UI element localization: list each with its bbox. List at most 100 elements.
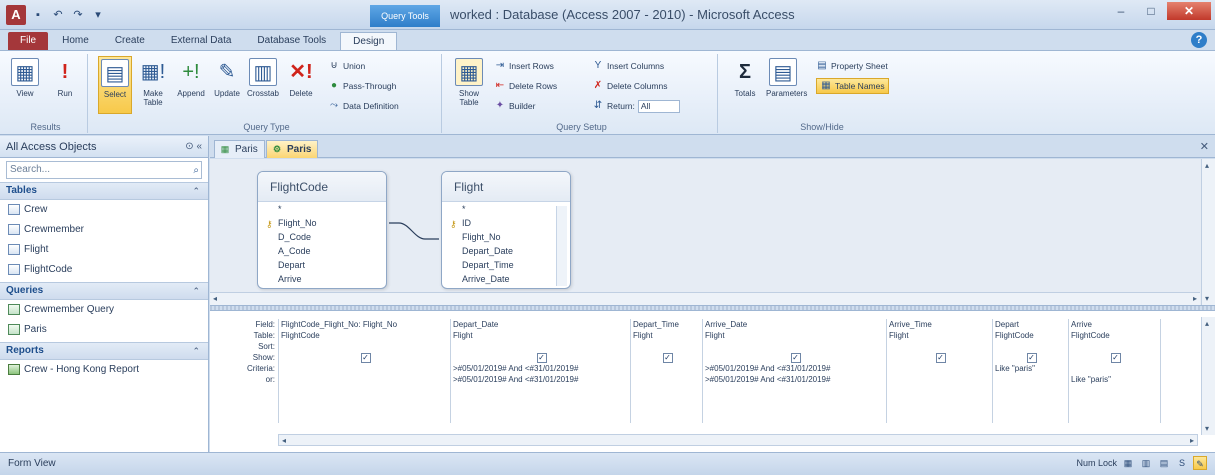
nav-item-flight[interactable]: Flight [0,240,208,260]
field-item[interactable]: Depart_Date [442,244,570,258]
union-button[interactable]: ⊍ Union [328,58,365,74]
tab-file[interactable]: File [8,32,49,50]
grid-criteria-cell[interactable] [279,363,450,374]
insert-rows-button[interactable]: ⇥ Insert Rows [494,58,554,74]
grid-show-cell[interactable]: ✓ [993,352,1068,363]
totals-button[interactable]: Σ Totals [728,56,762,114]
table-box-title[interactable]: Flight [442,172,570,202]
delete-query-button[interactable]: ✕! Delete [284,56,318,114]
scroll-down-icon[interactable]: ▾ [1205,424,1209,433]
parameters-button[interactable]: ▤ Parameters [766,56,807,114]
access-app-icon[interactable]: A [6,5,26,25]
search-icon[interactable]: ⌕ [193,163,199,179]
save-icon[interactable]: ▪ [30,7,46,23]
nav-item-paris[interactable]: Paris [0,320,208,340]
grid-field-cell[interactable]: FlightCode_Flight_No: Flight_No [279,319,450,330]
grid-table-cell[interactable]: Flight [451,330,630,341]
grid-show-cell[interactable]: ✓ [279,352,450,363]
field-item[interactable]: Arrive_Date [442,272,570,286]
grid-or-cell[interactable] [993,374,1068,385]
grid-column[interactable]: FlightCode_Flight_No: Flight_No FlightCo… [278,319,450,423]
scroll-left-icon[interactable]: ◂ [213,294,217,303]
show-checkbox[interactable]: ✓ [536,353,547,363]
show-checkbox[interactable]: ✓ [935,353,946,363]
sql-view-icon[interactable]: S [1175,456,1189,470]
nav-group-reports[interactable]: Reports ⌃ [0,342,208,360]
field-item[interactable]: ⚷ ID [442,216,570,230]
tab-external-data[interactable]: External Data [159,32,244,50]
nav-collapse-icon[interactable]: ⊙ « [185,136,202,158]
grid-column-empty[interactable] [1160,319,1198,423]
table-box-title[interactable]: FlightCode [258,172,386,202]
return-dropdown[interactable]: All [637,99,680,113]
grid-field-cell[interactable]: Depart_Date [451,319,630,330]
scroll-left-icon[interactable]: ◂ [282,436,286,445]
grid-field-cell[interactable]: Arrive [1069,319,1160,330]
design-view-icon[interactable]: ✎ [1193,456,1207,470]
grid-table-cell[interactable]: FlightCode [993,330,1068,341]
grid-field-cell[interactable]: Depart [993,319,1068,330]
grid-show-cell[interactable]: ✓ [451,352,630,363]
grid-or-cell[interactable] [887,374,992,385]
nav-search-input[interactable]: Search... ⌕ [6,161,202,179]
scroll-right-icon[interactable]: ▸ [1190,436,1194,445]
grid-or-cell[interactable] [279,374,450,385]
grid-vertical-scrollbar[interactable]: ▴ ▾ [1201,317,1215,435]
help-icon[interactable]: ? [1191,32,1207,48]
grid-horizontal-scrollbar[interactable]: ◂ ▸ [278,434,1198,446]
grid-criteria-cell[interactable]: >#05/01/2019# And <#31/01/2019# [703,363,886,374]
grid-show-cell[interactable]: ✓ [631,352,702,363]
scroll-right-icon[interactable]: ▸ [1193,294,1197,303]
grid-column[interactable]: Arrive FlightCode ✓ Like "paris" [1068,319,1160,423]
grid-sort-cell[interactable] [887,341,992,352]
grid-criteria-cell[interactable] [887,363,992,374]
scroll-up-icon[interactable]: ▴ [1205,319,1209,328]
crosstab-button[interactable]: ▥ Crosstab [246,56,280,114]
upper-vertical-scrollbar[interactable]: ▴ ▾ [1201,159,1215,305]
field-item[interactable]: ⚷ Flight_No [258,216,386,230]
close-icon[interactable]: ✕ [1200,140,1209,153]
nav-group-queries[interactable]: Queries ⌃ [0,282,208,300]
insert-columns-button[interactable]: Y Insert Columns [592,58,665,74]
append-button[interactable]: +! Append [174,56,208,114]
field-item[interactable]: Flight_No [442,230,570,244]
grid-sort-cell[interactable] [1069,341,1160,352]
grid-field-cell[interactable]: Depart_Time [631,319,702,330]
upper-horizontal-scrollbar[interactable]: ◂ ▸ [210,292,1200,305]
nav-item-crewmember-query[interactable]: Crewmember Query [0,300,208,320]
view-button[interactable]: ▦ View [8,56,42,114]
show-checkbox[interactable]: ✓ [1026,353,1037,363]
pass-through-button[interactable]: ● Pass-Through [328,78,396,94]
grid-column[interactable]: Depart_Date Flight ✓ >#05/01/2019# And <… [450,319,630,423]
grid-table-cell[interactable]: Flight [631,330,702,341]
nav-item-crew-hong-kong-report[interactable]: Crew - Hong Kong Report [0,360,208,380]
table-box-flightcode[interactable]: FlightCode * ⚷ Flight_No D_Code A_Code De… [257,171,387,289]
minimize-button[interactable]: – [1107,2,1135,20]
grid-table-cell[interactable]: Flight [703,330,886,341]
grid-table-cell[interactable]: FlightCode [1069,330,1160,341]
grid-or-cell[interactable]: >#05/01/2019# And <#31/01/2019# [703,374,886,385]
show-table-button[interactable]: ▦ Show Table [452,56,486,114]
grid-column[interactable]: Depart_Time Flight ✓ [630,319,702,423]
grid-or-cell[interactable] [631,374,702,385]
field-item[interactable]: Depart [258,258,386,272]
scroll-down-icon[interactable]: ▾ [1205,294,1209,303]
grid-field-cell[interactable]: Arrive_Time [887,319,992,330]
tab-create[interactable]: Create [103,32,157,50]
pivotchart-view-icon[interactable]: ▤ [1157,456,1171,470]
field-item[interactable]: * [258,202,386,216]
grid-show-cell[interactable]: ✓ [703,352,886,363]
doc-tab-paris-datasheet[interactable]: ▦ Paris [214,140,265,158]
customize-qat-icon[interactable]: ▾ [90,7,106,23]
tab-design[interactable]: Design [340,32,398,50]
pivottable-view-icon[interactable]: ▥ [1139,456,1153,470]
update-button[interactable]: ✎ Update [210,56,244,114]
grid-show-cell[interactable]: ✓ [887,352,992,363]
grid-sort-cell[interactable] [631,341,702,352]
table-names-button[interactable]: ▦ Table Names [816,78,889,94]
grid-column[interactable]: Depart FlightCode ✓ Like "paris" [992,319,1068,423]
grid-criteria-cell[interactable] [1069,363,1160,374]
grid-sort-cell[interactable] [703,341,886,352]
make-table-button[interactable]: ▦! Make Table [136,56,170,114]
close-button[interactable]: ✕ [1167,2,1211,20]
